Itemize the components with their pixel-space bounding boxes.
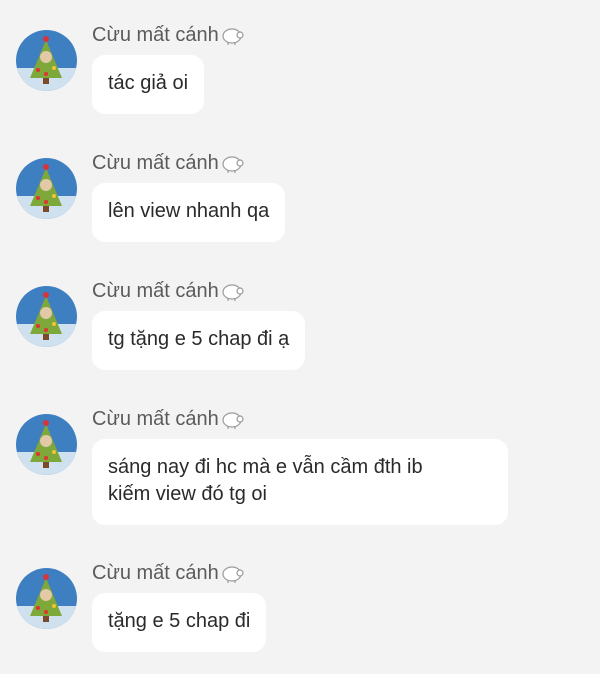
sender-name-text: Cừu mất cánh: [92, 280, 219, 302]
sender-name: Cừu mất cánh: [92, 276, 244, 306]
message-bubble[interactable]: tặng e 5 chap đi: [92, 593, 267, 652]
christmas-tree-avatar-icon: [16, 414, 77, 475]
sender-name: Cừu mất cánh: [92, 20, 244, 50]
sender-name: Cừu mất cánh: [92, 404, 244, 434]
sheep-icon: [220, 152, 244, 174]
sheep-icon: [220, 24, 244, 46]
message-bubble[interactable]: lên view nhanh qa: [92, 183, 286, 242]
message-bubble[interactable]: tg tặng e 5 chap đi ạ: [92, 311, 306, 370]
sender-name: Cừu mất cánh: [92, 558, 244, 588]
avatar[interactable]: [16, 158, 77, 219]
avatar[interactable]: [16, 414, 77, 475]
christmas-tree-avatar-icon: [16, 30, 77, 91]
sheep-icon: [220, 280, 244, 302]
avatar[interactable]: [16, 30, 77, 91]
christmas-tree-avatar-icon: [16, 158, 77, 219]
message-bubble[interactable]: tác giả oi: [92, 55, 205, 114]
sender-name-text: Cừu mất cánh: [92, 24, 219, 46]
sender-name-text: Cừu mất cánh: [92, 562, 219, 584]
sheep-icon: [220, 408, 244, 430]
sheep-icon: [220, 562, 244, 584]
avatar[interactable]: [16, 286, 77, 347]
avatar[interactable]: [16, 568, 77, 629]
sender-name-text: Cừu mất cánh: [92, 408, 219, 430]
message-bubble[interactable]: sáng nay đi hc mà e vẫn cầm đth ib kiếm …: [92, 439, 508, 525]
sender-name: Cừu mất cánh: [92, 148, 244, 178]
christmas-tree-avatar-icon: [16, 286, 77, 347]
sender-name-text: Cừu mất cánh: [92, 152, 219, 174]
christmas-tree-avatar-icon: [16, 568, 77, 629]
chat-thread: Cừu mất cánh tác giả oi Cừu mất cánh lên…: [0, 0, 600, 674]
